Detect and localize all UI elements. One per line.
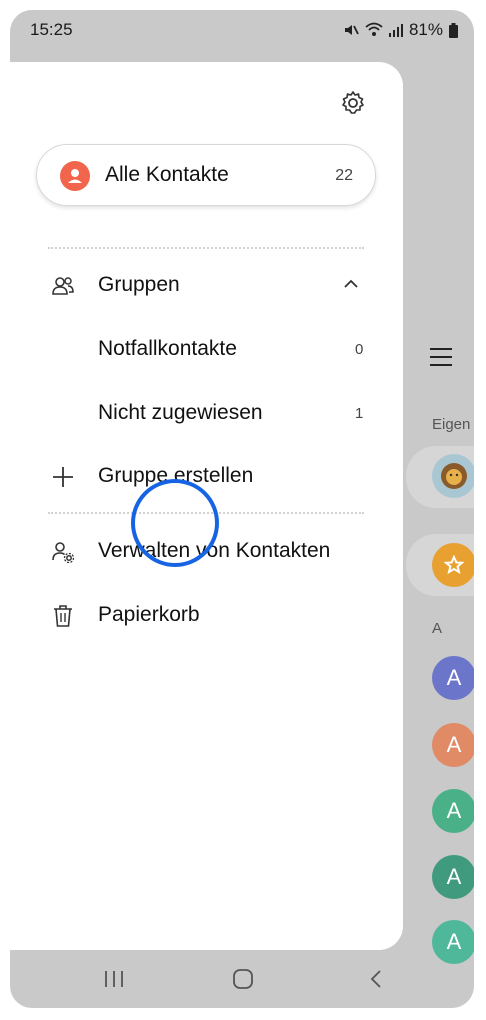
group-item-count: 1 <box>355 405 364 422</box>
status-bar: 15:25 81% <box>10 10 474 54</box>
lion-icon <box>441 463 467 489</box>
group-icon <box>52 277 74 295</box>
section-header-own: Eigen <box>432 416 471 433</box>
battery-percent: 81% <box>408 20 443 39</box>
star-icon <box>444 555 464 575</box>
menu-icon[interactable] <box>430 348 452 372</box>
group-item-label: Notfallkontakte <box>98 337 237 360</box>
navigation-drawer: Alle Kontakte 22 Gruppen Notfallkontakte… <box>10 62 403 950</box>
group-item-count: 0 <box>355 341 364 358</box>
system-navigation-bar <box>10 954 474 1008</box>
trash-icon <box>54 605 72 627</box>
group-item-label: Nicht zugewiesen <box>98 401 263 424</box>
home-icon[interactable] <box>232 968 254 990</box>
contact-avatar[interactable]: A <box>432 723 474 767</box>
status-time: 15:25 <box>30 20 73 39</box>
favorites-avatar <box>432 543 474 587</box>
person-icon <box>60 161 90 191</box>
contact-avatar[interactable]: A <box>432 789 474 833</box>
all-contacts-count: 22 <box>335 167 353 184</box>
signal-icon <box>388 24 403 37</box>
all-contacts-button[interactable]: Alle Kontakte 22 <box>36 144 376 206</box>
touch-indicator <box>131 479 219 567</box>
contact-avatar[interactable]: A <box>432 855 474 899</box>
trash-button[interactable]: Papierkorb <box>10 591 403 641</box>
status-icons: 81% <box>343 20 458 40</box>
mute-icon <box>344 25 359 35</box>
chevron-up-icon[interactable] <box>342 275 360 293</box>
groups-label: Gruppen <box>98 273 180 296</box>
recent-apps-icon[interactable] <box>103 968 125 990</box>
manage-contacts-icon <box>52 542 75 564</box>
phone-screen: 15:25 81% Eigen A A A A A A Alle Kontakt… <box>10 10 474 1008</box>
gear-icon[interactable] <box>340 90 366 116</box>
back-icon[interactable] <box>365 968 387 990</box>
divider <box>48 247 364 249</box>
battery-icon <box>449 22 458 38</box>
profile-avatar <box>432 454 474 498</box>
all-contacts-label: Alle Kontakte <box>105 163 229 186</box>
wifi-icon <box>365 22 383 36</box>
section-header-a: A <box>432 620 443 637</box>
contact-avatar[interactable]: A <box>432 656 474 700</box>
group-item-notfallkontakte[interactable]: Notfallkontakte 0 <box>10 325 403 375</box>
group-item-nicht-zugewiesen[interactable]: Nicht zugewiesen 1 <box>10 389 403 439</box>
trash-label: Papierkorb <box>98 603 200 626</box>
groups-header[interactable]: Gruppen <box>10 261 403 311</box>
plus-icon <box>53 467 73 487</box>
